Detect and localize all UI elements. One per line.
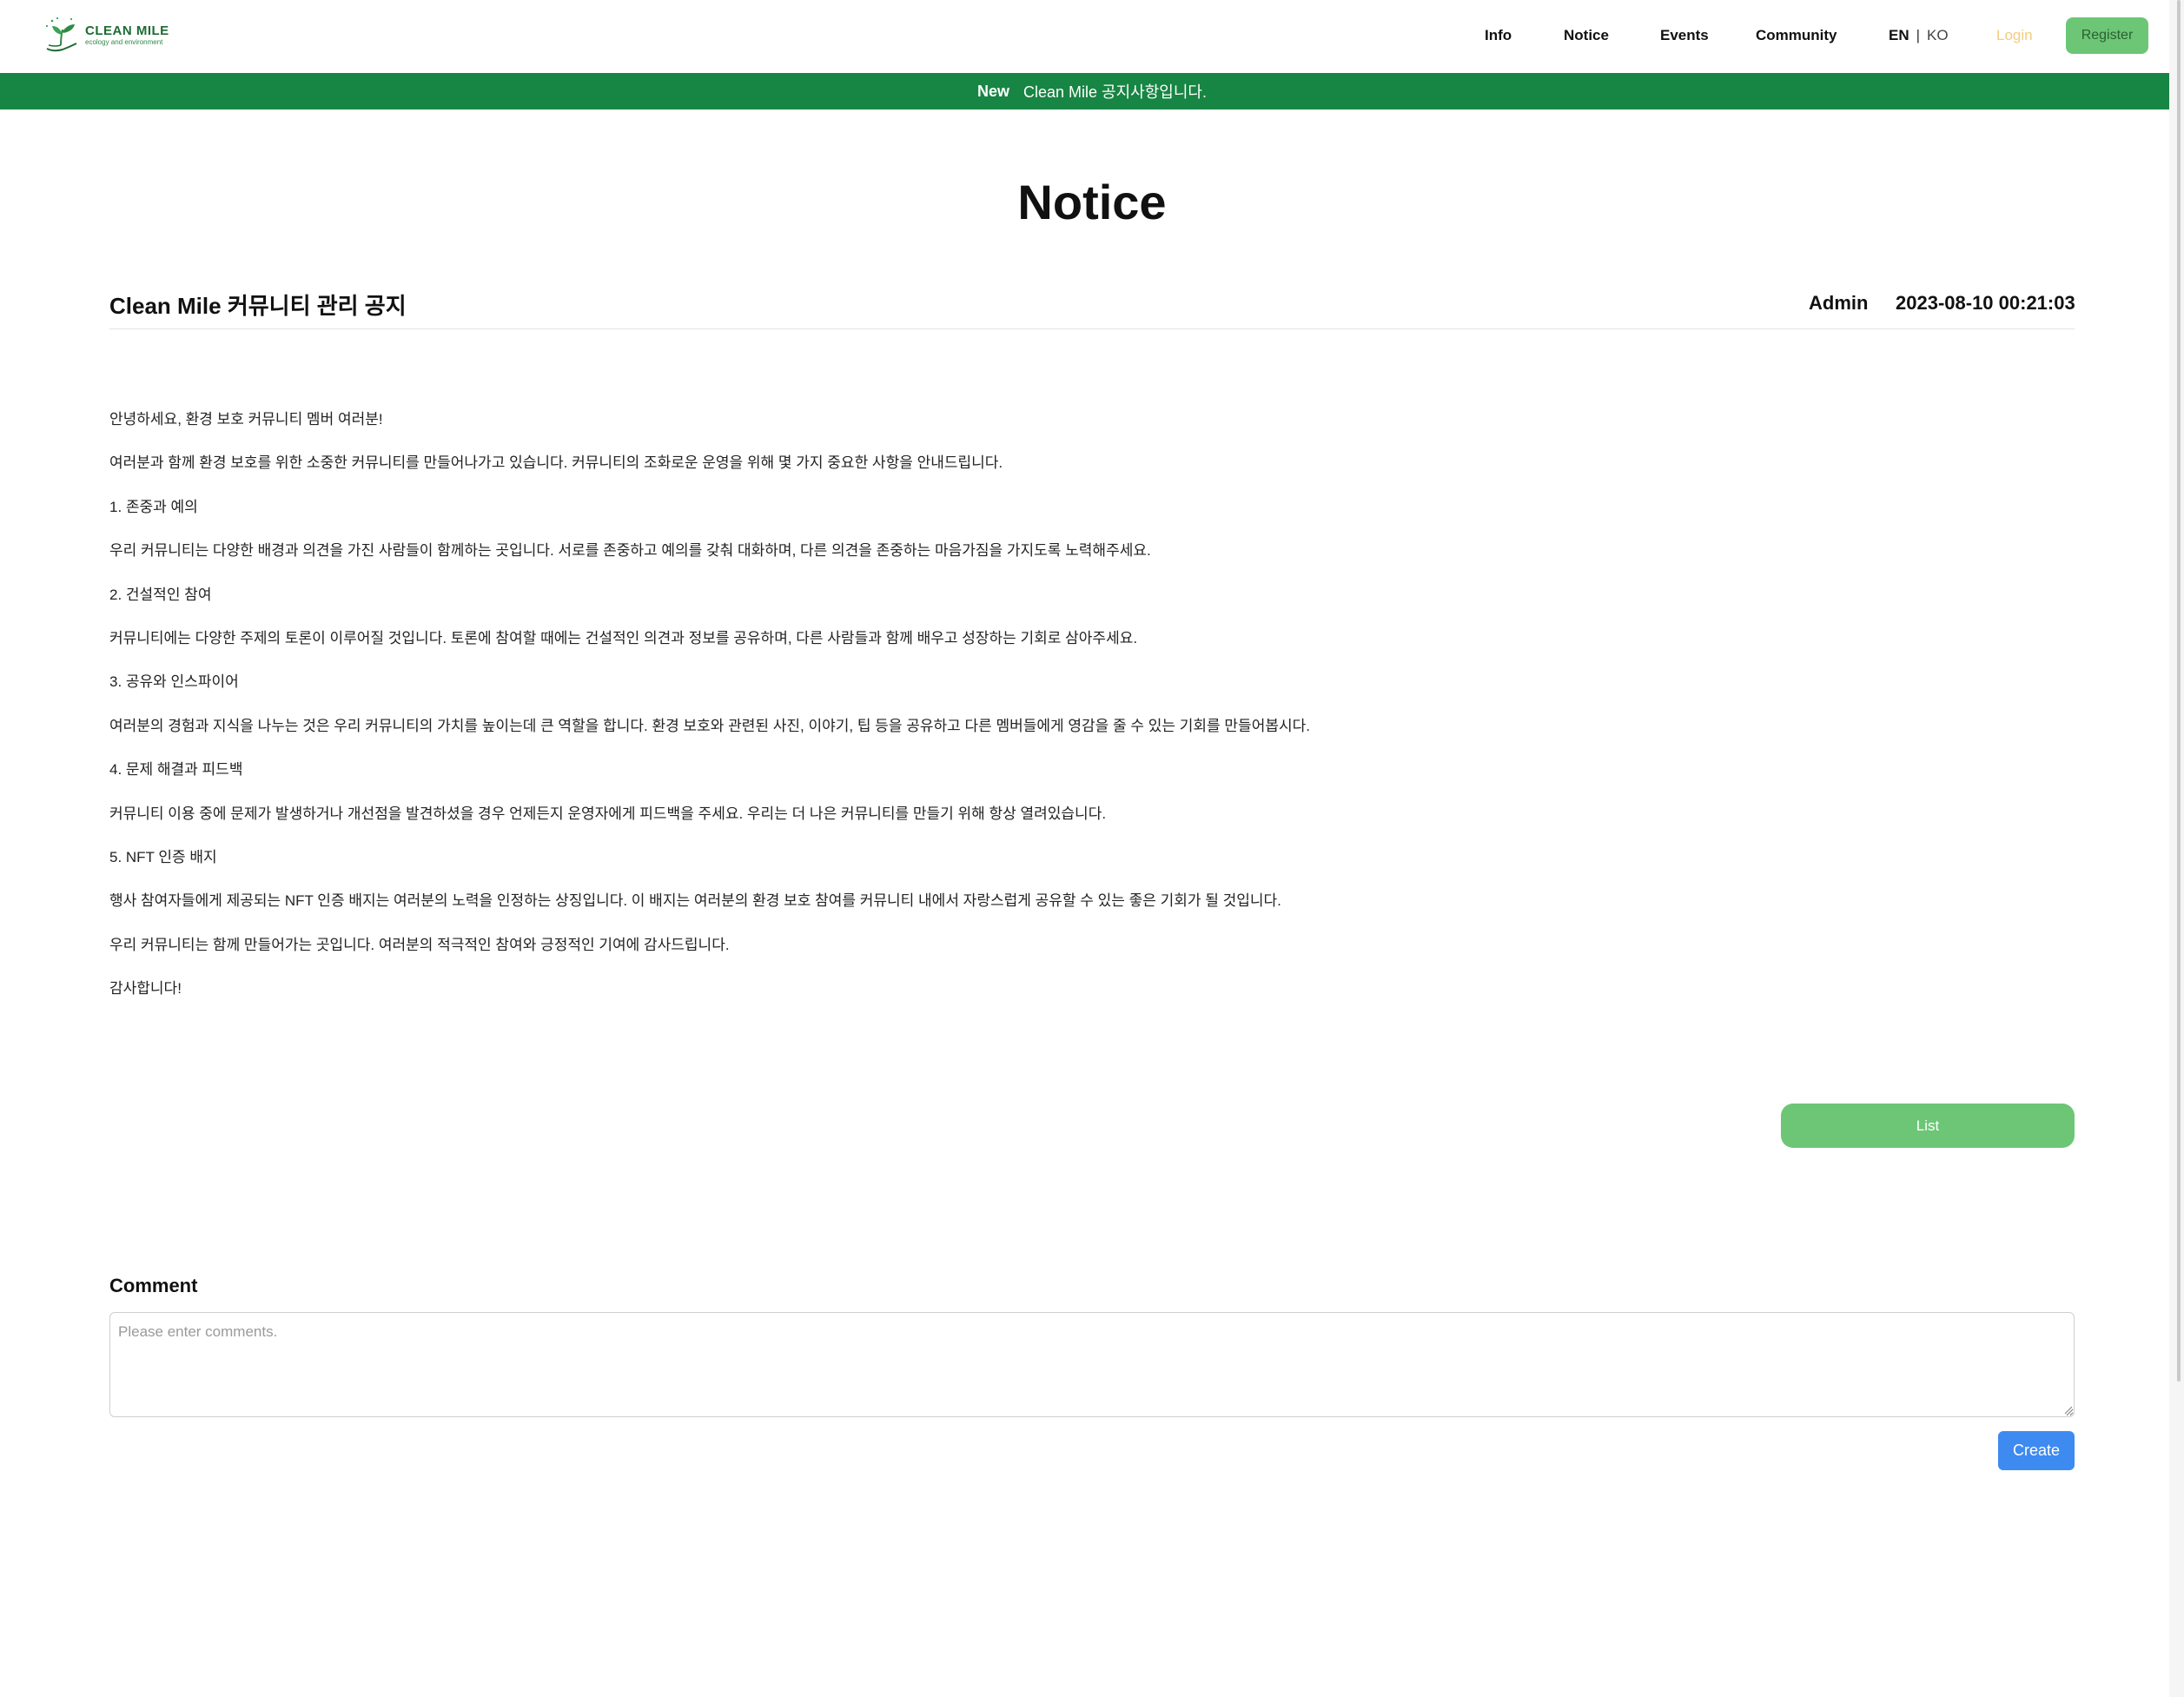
post-paragraph: 우리 커뮤니티는 함께 만들어가는 곳입니다. 여러분의 적극적인 참여와 긍정… — [109, 936, 730, 953]
list-button[interactable]: List — [1781, 1104, 2075, 1148]
post-paragraph: 1. 존중과 예의 — [109, 498, 198, 515]
register-button[interactable]: Register — [2066, 17, 2148, 54]
post-divider — [109, 328, 2075, 329]
banner-text: Clean Mile 공지사항입니다. — [1023, 83, 1207, 101]
sprout-hand-icon — [45, 17, 77, 52]
nav-community[interactable]: Community — [1756, 27, 1837, 44]
post-paragraph: 5. NFT 인증 배지 — [109, 848, 217, 865]
lang-separator: | — [1916, 27, 1921, 43]
post-paragraph: 커뮤니티에는 다양한 주제의 토론이 이루어질 것입니다. 토론에 참여할 때에… — [109, 629, 1138, 646]
lang-ko[interactable]: KO — [1927, 27, 1949, 43]
post-date: 2023-08-10 00:21:03 — [1896, 292, 2075, 314]
post-paragraph: 감사합니다! — [109, 980, 182, 998]
post-paragraph: 여러분의 경험과 지식을 나누는 것은 우리 커뮤니티의 가치를 높이는데 큰 … — [109, 717, 1310, 734]
site-logo[interactable]: CLEAN MILE ecology and environment — [42, 14, 181, 56]
post-body: 안녕하세요, 환경 보호 커뮤니티 멤버 여러분! 여러분과 함께 환경 보호를… — [109, 408, 2075, 1021]
login-link[interactable]: Login — [1996, 27, 2033, 44]
post-paragraph: 여러분과 함께 환경 보호를 위한 소중한 커뮤니티를 만들어나가고 있습니다.… — [109, 454, 1003, 472]
site-header: CLEAN MILE ecology and environment Info … — [0, 0, 2184, 73]
post-paragraph: 우리 커뮤니티는 다양한 배경과 의견을 가진 사람들이 함께하는 곳입니다. … — [109, 542, 1151, 560]
create-comment-button[interactable]: Create — [1998, 1431, 2075, 1470]
post-paragraph: 4. 문제 해결과 피드백 — [109, 761, 243, 779]
post-title: Clean Mile 커뮤니티 관리 공지 — [109, 293, 407, 319]
logo-subtitle: ecology and environment — [85, 37, 163, 46]
lang-en[interactable]: EN — [1889, 27, 1909, 43]
post-paragraph: 커뮤니티 이용 중에 문제가 발생하거나 개선점을 발견하셨을 경우 언제든지 … — [109, 805, 1107, 822]
notice-banner[interactable]: New Clean Mile 공지사항입니다. — [0, 73, 2184, 109]
post-paragraph: 3. 공유와 인스파이어 — [109, 673, 239, 691]
page-title: Notice — [1017, 175, 1167, 229]
scrollbar-thumb[interactable] — [2177, 0, 2181, 1382]
post-author: Admin — [1809, 292, 1869, 314]
post-paragraph: 행사 참여자들에게 제공되는 NFT 인증 배지는 여러분의 노력을 인정하는 … — [109, 892, 1281, 910]
nav-notice[interactable]: Notice — [1564, 27, 1609, 44]
language-switcher: EN | KO — [1889, 27, 1949, 44]
resize-grip-icon[interactable] — [2062, 1404, 2073, 1415]
comment-label: Comment — [109, 1275, 198, 1296]
nav-events[interactable]: Events — [1660, 27, 1709, 44]
post-paragraph: 안녕하세요, 환경 보호 커뮤니티 멤버 여러분! — [109, 411, 383, 428]
new-badge: New — [977, 82, 1010, 100]
nav-info[interactable]: Info — [1485, 27, 1512, 44]
logo-title: CLEAN MILE — [85, 23, 169, 38]
comment-input[interactable] — [109, 1312, 2075, 1417]
post-paragraph: 2. 건설적인 참여 — [109, 586, 212, 603]
